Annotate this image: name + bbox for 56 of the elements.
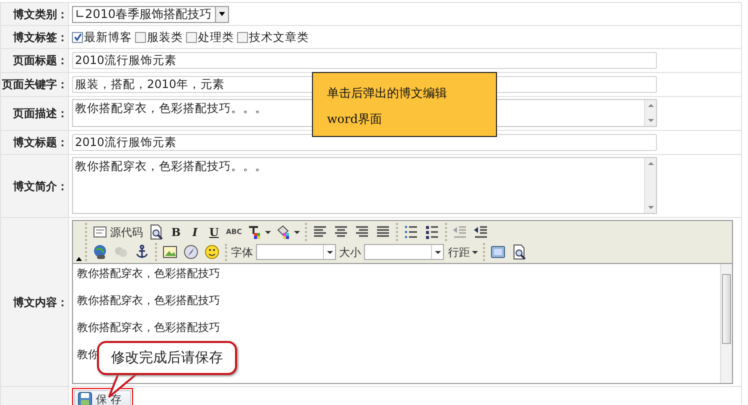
save-button[interactable]: 保 存 xyxy=(74,390,130,405)
frame-icon xyxy=(490,244,506,260)
content-paragraph: 教你搭配穿衣，色彩搭配技巧 xyxy=(77,266,220,282)
italic-button[interactable]: I xyxy=(187,224,203,240)
center-icon xyxy=(332,224,349,240)
checkbox[interactable] xyxy=(186,32,197,42)
smiley-icon xyxy=(204,244,220,260)
zoom-icon xyxy=(511,244,527,260)
outdent-icon xyxy=(452,224,468,240)
forecolor-icon xyxy=(246,224,263,240)
field-label: 博文标签： xyxy=(13,30,68,44)
checkbox[interactable] xyxy=(135,32,146,42)
text-area[interactable]: 教你搭配穿衣，色彩搭配技巧。。。 xyxy=(72,157,657,214)
dropdown-field[interactable] xyxy=(364,244,444,260)
checkbox-label: 处理类 xyxy=(198,30,234,44)
right-icon xyxy=(354,224,370,240)
content-paragraph: 教你搭配穿衣，色彩搭配技巧 xyxy=(77,320,220,336)
olist-icon xyxy=(402,224,419,240)
field-label: 博文内容： xyxy=(13,294,68,310)
underline-button[interactable]: U xyxy=(206,224,222,240)
checkbox-label: 技术文章类 xyxy=(249,30,309,44)
dropdown-field[interactable] xyxy=(256,244,336,260)
image-icon xyxy=(162,244,178,260)
note-text: word界面 xyxy=(327,111,383,128)
checkbox-label: 最新博客 xyxy=(84,30,132,44)
field-label: 博文类别： xyxy=(13,6,68,22)
line-spacing-menu[interactable]: 行距 xyxy=(447,244,479,260)
field-label: 页面描述： xyxy=(13,106,68,121)
left-icon xyxy=(312,224,328,240)
checkbox-label: 服装类 xyxy=(147,30,183,44)
smiley-button[interactable] xyxy=(203,243,221,261)
bold-button[interactable]: B xyxy=(168,224,184,240)
backcolor-icon xyxy=(276,224,292,240)
frame-button[interactable] xyxy=(489,243,507,261)
category-select[interactable]: ∟2010春季服饰搭配技巧 xyxy=(72,6,229,22)
text-field[interactable]: 2010流行服饰元素 xyxy=(72,52,657,69)
note-text: 单击后弹出的博文编辑 xyxy=(327,85,448,102)
toolbar-label: 大小 xyxy=(339,244,361,260)
source-icon xyxy=(92,224,108,240)
field-label: 页面关键字： xyxy=(2,77,68,92)
field-label: 博文简介： xyxy=(13,178,68,194)
justify-icon xyxy=(374,224,391,240)
preview-icon xyxy=(148,224,164,240)
toolbar-label: 字体 xyxy=(231,244,253,260)
ulist-icon xyxy=(424,224,440,240)
source-button[interactable]: 源代码 xyxy=(91,223,144,241)
field-label: 页面标题： xyxy=(13,53,68,68)
highlight-color-button[interactable] xyxy=(274,223,301,241)
checkbox[interactable] xyxy=(237,32,248,42)
scrollbar[interactable] xyxy=(720,264,732,383)
checkbox[interactable] xyxy=(72,32,83,42)
content-paragraph: 教你搭配穿衣，色彩搭配技巧 xyxy=(77,293,220,309)
image-button[interactable] xyxy=(161,243,179,261)
anchor-icon xyxy=(134,244,150,260)
indent-icon xyxy=(472,224,489,240)
field-label: 博文标题： xyxy=(13,135,68,150)
